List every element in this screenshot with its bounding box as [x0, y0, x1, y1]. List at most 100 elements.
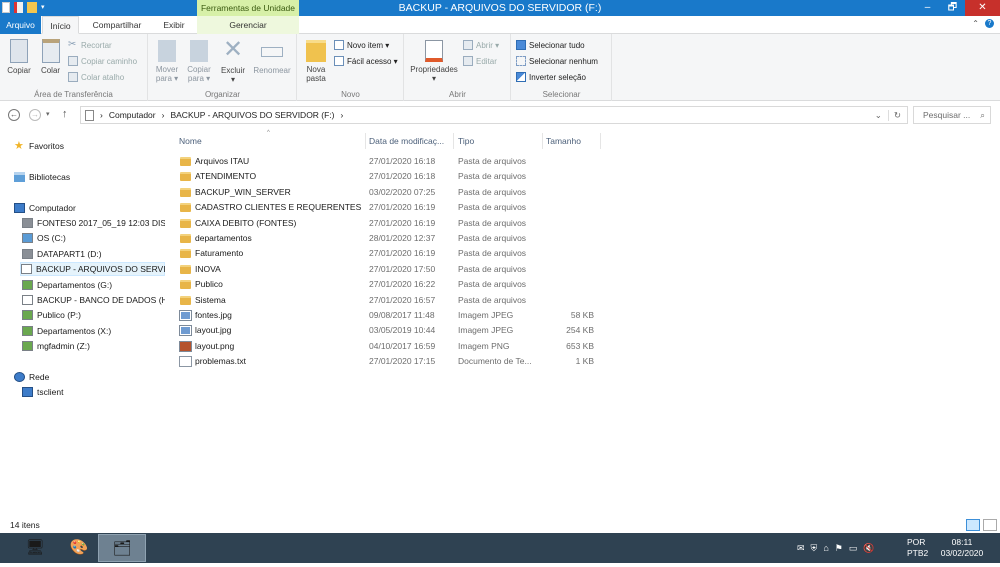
- file-row[interactable]: fontes.jpg 09/08/2017 11:48 Imagem JPEG 58 …: [178, 308, 608, 323]
- file-row[interactable]: Faturamento 27/01/2020 16:19 Pasta de arqu…: [178, 246, 608, 261]
- select-all-button[interactable]: Selecionar tudo: [516, 40, 585, 50]
- drive-icon: [22, 310, 33, 321]
- copy-to-label: Copiar: [187, 65, 211, 74]
- copy-button[interactable]: Copiar: [4, 37, 34, 75]
- file-row[interactable]: CAIXA DEBITO (FONTES) 27/01/2020 16:19 Pas…: [178, 216, 608, 231]
- file-row[interactable]: ATENDIMENTO 27/01/2020 16:18 Pasta de arqu…: [178, 169, 608, 184]
- nav-drive-item[interactable]: BACKUP - BANCO DE DADOS (H:: [22, 293, 165, 307]
- column-divider[interactable]: [542, 133, 543, 149]
- nav-drive-item[interactable]: OS (C:): [22, 231, 66, 245]
- file-row[interactable]: problemas.txt 27/01/2020 17:15 Documento d…: [178, 354, 608, 369]
- back-button[interactable]: ←: [8, 109, 20, 121]
- forward-button[interactable]: →: [29, 109, 41, 121]
- move-to-button[interactable]: Mover para ▾: [153, 37, 181, 83]
- details-view-icon[interactable]: [966, 519, 980, 531]
- file-date: 27/01/2020 17:15: [369, 356, 436, 367]
- recent-locations-icon[interactable]: ▾: [46, 110, 50, 118]
- open-button[interactable]: Abrir ▾: [463, 40, 499, 50]
- breadcrumb-computador[interactable]: Computador: [109, 110, 156, 120]
- file-date: 27/01/2020 16:19: [369, 248, 436, 259]
- file-row[interactable]: layout.jpg 03/05/2019 10:44 Imagem JPEG 254…: [178, 323, 608, 338]
- copy-to-button[interactable]: Copiar para ▾: [184, 37, 214, 83]
- edit-button[interactable]: Editar: [463, 56, 497, 66]
- tab-inicio[interactable]: Início: [42, 16, 79, 34]
- breadcrumb-current-drive[interactable]: BACKUP - ARQUIVOS DO SERVIDOR (F:): [170, 110, 334, 120]
- column-header-date[interactable]: Data de modificaç...: [369, 134, 444, 148]
- file-row[interactable]: Publico 27/01/2020 16:22 Pasta de arquivos: [178, 277, 608, 292]
- close-button[interactable]: ✕: [965, 0, 1000, 16]
- new-folder-button[interactable]: Nova pasta: [301, 37, 331, 83]
- display-icon[interactable]: ▭: [849, 543, 858, 554]
- keyboard-layout: PTB2: [907, 548, 929, 558]
- easy-access-button[interactable]: Fácil acesso ▾: [334, 56, 398, 66]
- clock-time: 08:11: [951, 537, 973, 547]
- security-icon[interactable]: ⛨: [811, 543, 818, 554]
- cut-button[interactable]: ✂ Recortar: [68, 40, 112, 50]
- volume-icon[interactable]: 🔇: [863, 543, 874, 554]
- minimize-button[interactable]: –: [915, 0, 940, 16]
- new-group: Nova pasta Novo item ▾ Fácil acesso ▾ No…: [298, 34, 404, 101]
- column-divider[interactable]: [453, 133, 454, 149]
- flag-icon[interactable]: ⚑: [835, 543, 843, 554]
- address-bar[interactable]: › Computador › BACKUP - ARQUIVOS DO SERV…: [80, 106, 908, 124]
- paste-shortcut-button[interactable]: Colar atalho: [68, 72, 124, 82]
- delete-button[interactable]: ✕ Excluir ▾: [219, 36, 247, 85]
- up-arrow-icon[interactable]: ↑: [62, 108, 68, 120]
- control-panel-icon[interactable]: 🎨: [54, 534, 104, 562]
- file-name: fontes.jpg: [195, 310, 232, 320]
- copy-path-button[interactable]: Copiar caminho: [68, 56, 137, 66]
- tab-gerenciar[interactable]: Gerenciar: [197, 16, 299, 34]
- nav-drive-item[interactable]: FONTES0 2017_05_19 12:03 DISK_(: [22, 216, 165, 230]
- nav-network[interactable]: Rede: [14, 370, 49, 384]
- file-row[interactable]: departamentos 28/01/2020 12:37 Pasta de ar…: [178, 231, 608, 246]
- file-row[interactable]: Sistema 27/01/2020 16:57 Pasta de arquivos: [178, 293, 608, 308]
- nav-drive-item[interactable]: Publico (P:): [22, 308, 81, 322]
- message-icon[interactable]: ✉: [797, 543, 805, 554]
- nav-libraries[interactable]: Bibliotecas: [14, 170, 70, 184]
- select-none-button[interactable]: Selecionar nenhum: [516, 56, 598, 66]
- rename-button[interactable]: Renomear: [250, 37, 294, 75]
- paste-button[interactable]: Colar: [37, 37, 64, 75]
- column-header-type[interactable]: Tipo: [458, 134, 474, 148]
- rename-icon: [261, 47, 283, 57]
- tab-compartilhar[interactable]: Compartilhar: [82, 16, 152, 34]
- nav-drive-item[interactable]: BACKUP - ARQUIVOS DO SERVID: [20, 262, 165, 277]
- nav-favorites[interactable]: ★ Favoritos: [14, 139, 64, 153]
- file-row[interactable]: INOVA 27/01/2020 17:50 Pasta de arquivos: [178, 262, 608, 277]
- column-divider[interactable]: [600, 133, 601, 149]
- large-icons-view-icon[interactable]: [983, 519, 997, 531]
- search-input[interactable]: Pesquisar ... ⌕: [913, 106, 991, 124]
- file-row[interactable]: CADASTRO CLIENTES E REQUERENTES 27/01/202…: [178, 200, 608, 215]
- nav-tsclient[interactable]: tsclient: [22, 385, 63, 399]
- address-dropdown-icon[interactable]: ⌄: [875, 110, 882, 121]
- drive-icon: [22, 295, 33, 305]
- file-explorer-taskbar-icon[interactable]: 🗂: [98, 534, 146, 562]
- delete-label: Excluir: [220, 66, 245, 75]
- nav-drive-label: BACKUP - ARQUIVOS DO SERVID: [36, 264, 165, 275]
- column-divider[interactable]: [365, 133, 366, 149]
- nav-drive-item[interactable]: mgfadmin (Z:): [22, 339, 90, 353]
- server-manager-icon[interactable]: 🖥: [10, 534, 60, 562]
- invert-selection-button[interactable]: Inverter seleção: [516, 72, 586, 82]
- tab-arquivo[interactable]: Arquivo: [0, 16, 41, 34]
- file-row[interactable]: Arquivos ITAU 27/01/2020 16:18 Pasta de ar…: [178, 154, 608, 169]
- network-tray-icon[interactable]: ⌂: [823, 543, 828, 554]
- help-icon[interactable]: ?: [985, 19, 994, 28]
- new-item-button[interactable]: Novo item ▾: [334, 40, 389, 50]
- tab-exibir[interactable]: Exibir: [153, 16, 195, 34]
- new-group-label: Novo: [341, 90, 360, 99]
- nav-drive-item[interactable]: Departamentos (G:): [22, 278, 112, 292]
- nav-drive-item[interactable]: Departamentos (X:): [22, 324, 111, 338]
- file-date: 28/01/2020 12:37: [369, 233, 436, 243]
- column-header-size[interactable]: Tamanho: [546, 134, 581, 148]
- file-row[interactable]: BACKUP_WIN_SERVER 03/02/2020 07:25 Pasta d…: [178, 185, 608, 200]
- column-header-name[interactable]: Nome: [179, 134, 202, 148]
- delete-x-icon: ✕: [222, 36, 244, 63]
- file-row[interactable]: layout.png 04/10/2017 16:59 Imagem PNG 653 …: [178, 339, 608, 354]
- nav-computer[interactable]: Computador: [14, 201, 76, 215]
- maximize-button[interactable]: 🗗: [940, 0, 965, 16]
- expand-ribbon-icon[interactable]: ⌃: [972, 19, 979, 28]
- nav-drive-item[interactable]: DATAPART1 (D:): [22, 247, 102, 261]
- properties-button[interactable]: Propriedades ▾: [408, 37, 460, 83]
- refresh-icon[interactable]: ↻: [887, 109, 901, 121]
